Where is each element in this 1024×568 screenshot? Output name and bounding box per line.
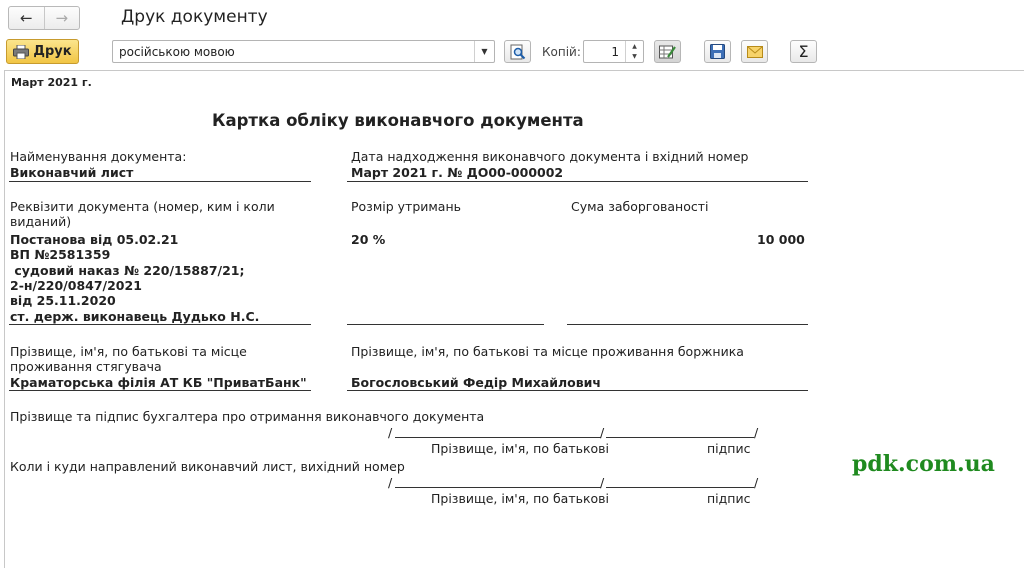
- email-envelope-icon: [746, 45, 763, 58]
- debtor-value: Богословський Федір Михайлович: [351, 375, 601, 390]
- copies-spinner[interactable]: ▲ ▼: [625, 41, 643, 62]
- underline: [567, 324, 808, 325]
- document-page: Март 2021 г. Картка обліку виконавчого д…: [5, 71, 1024, 568]
- slash: /: [388, 475, 393, 490]
- window-title: Друк документу: [121, 7, 268, 27]
- debt-value: 10 000: [757, 232, 805, 247]
- copies-value: 1: [611, 45, 619, 59]
- sum-sigma-icon: Σ: [798, 42, 809, 61]
- withholding-label: Розмір утримань: [351, 199, 462, 214]
- collector-value: Краматорська філія АТ КБ "ПриватБанк": [10, 375, 307, 390]
- withholding-value: 20 %: [351, 232, 386, 247]
- toolbar: Друк російською мовою ▼ Копій: 1 ▲ ▼ Σ: [0, 36, 1024, 68]
- underline: [9, 181, 311, 182]
- printer-icon: [13, 44, 30, 59]
- accountant-label: Прізвище та підпис бухгалтера про отрима…: [10, 409, 485, 424]
- name-caption: Прізвище, ім'я, по батькові: [431, 441, 610, 456]
- document-preview[interactable]: Март 2021 г. Картка обліку виконавчого д…: [4, 70, 1024, 568]
- requisites-label-cont: виданий): [10, 214, 72, 229]
- requisites-line: Постанова від 05.02.21: [10, 232, 179, 247]
- sign-caption: підпис: [707, 491, 751, 506]
- requisites-line: ВП №2581359: [10, 247, 111, 262]
- forward-arrow-icon[interactable]: →: [43, 7, 80, 29]
- name-caption: Прізвище, ім'я, по батькові: [431, 491, 610, 506]
- email-button[interactable]: [741, 40, 768, 63]
- slash: /: [388, 425, 393, 440]
- document-period: Март 2021 г.: [11, 76, 92, 89]
- save-button[interactable]: [704, 40, 731, 63]
- requisites-line: судовий наказ № 220/15887/21;: [10, 263, 245, 278]
- print-button-label: Друк: [33, 44, 72, 59]
- sent-label: Коли і куди направлений виконавчий лист,…: [10, 459, 405, 474]
- requisites-line: 2-н/220/0847/2021: [10, 278, 142, 293]
- collector-label: Прізвище, ім'я, по батькові та місце: [10, 344, 247, 359]
- document-title: Картка обліку виконавчого документа: [212, 111, 584, 130]
- underline: [9, 390, 311, 391]
- language-select-value: російською мовою: [119, 45, 235, 59]
- underline: [347, 390, 808, 391]
- slash: /: [754, 475, 759, 490]
- preview-button[interactable]: [504, 40, 531, 63]
- received-label: Дата надходження виконавчого документа і…: [351, 149, 749, 164]
- watermark: pdk.com.ua: [852, 451, 995, 477]
- underline: [9, 324, 311, 325]
- save-disk-icon: [710, 44, 725, 59]
- signature-line: [395, 487, 601, 488]
- debtor-label: Прізвище, ім'я, по батькові та місце про…: [351, 344, 744, 359]
- language-select[interactable]: російською мовою ▼: [112, 40, 495, 63]
- debt-label: Сума заборгованості: [571, 199, 709, 214]
- slash: /: [600, 475, 605, 490]
- slash: /: [600, 425, 605, 440]
- requisites-line: ст. держ. виконавець Дудько Н.С.: [10, 309, 260, 324]
- back-arrow-icon[interactable]: ←: [9, 7, 44, 29]
- slash: /: [754, 425, 759, 440]
- copies-label: Копій:: [542, 45, 581, 59]
- copies-input[interactable]: 1 ▲ ▼: [583, 40, 644, 63]
- navigation-buttons: ← →: [8, 6, 80, 30]
- signature-line: [606, 487, 754, 488]
- requisites-label: Реквізити документа (номер, ким і коли: [10, 199, 275, 214]
- edit-table-icon: [659, 45, 676, 59]
- doc-name-label: Найменування документа:: [10, 149, 187, 164]
- window-title-bar: ← → Друк документу: [0, 0, 1024, 36]
- doc-name-value: Виконавчий лист: [10, 165, 134, 180]
- preview-search-icon: [510, 44, 525, 59]
- edit-table-button[interactable]: [654, 40, 681, 63]
- signature-line: [395, 437, 601, 438]
- dropdown-arrow-icon[interactable]: ▼: [474, 41, 494, 62]
- sum-button[interactable]: Σ: [790, 40, 817, 63]
- sign-caption: підпис: [707, 441, 751, 456]
- signature-line: [606, 437, 754, 438]
- received-value: Март 2021 г. № ДО00-000002: [351, 165, 564, 180]
- print-button[interactable]: Друк: [6, 39, 79, 64]
- requisites-line: від 25.11.2020: [10, 293, 116, 308]
- underline: [347, 324, 544, 325]
- underline: [347, 181, 808, 182]
- collector-label-cont: проживання стягувача: [10, 359, 162, 374]
